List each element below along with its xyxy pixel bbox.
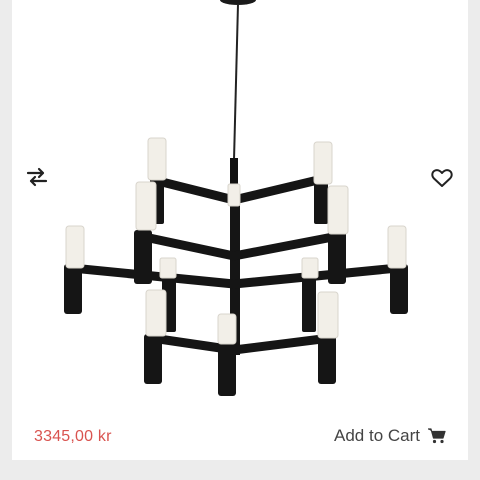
shopping-cart-icon <box>428 428 446 444</box>
product-card: 3345,00 kr Add to Cart <box>12 0 468 460</box>
compare-arrows-icon <box>26 167 48 187</box>
wishlist-button[interactable] <box>430 166 454 190</box>
compare-button[interactable] <box>26 166 48 188</box>
product-image[interactable] <box>12 0 468 410</box>
heart-icon <box>431 169 453 187</box>
product-price: 3345,00 kr <box>34 428 112 445</box>
add-to-cart-button[interactable]: Add to Cart <box>334 426 446 446</box>
add-to-cart-label: Add to Cart <box>334 426 420 445</box>
